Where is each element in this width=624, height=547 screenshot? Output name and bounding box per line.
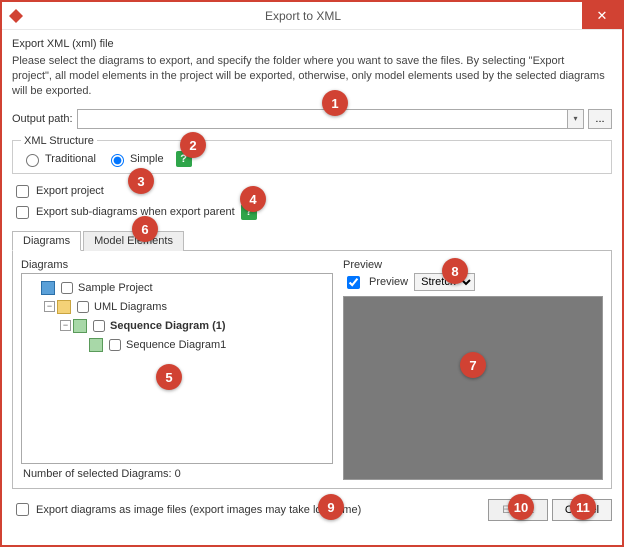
radio-simple-label: Simple [130,153,164,165]
diagrams-column: Diagrams Sample Project [21,259,333,480]
tree-label: Sequence Diagram1 [126,339,226,351]
export-button[interactable]: Export [488,499,548,521]
export-sub-checkbox[interactable] [16,206,29,219]
tree-label: Sample Project [78,282,153,294]
preview-column: Preview Preview Stretch [343,259,603,480]
diagram-icon [73,319,87,333]
output-path-row: Output path: ▾ ... [12,109,612,129]
app-icon [8,8,24,24]
help-icon[interactable]: ? [241,204,257,220]
export-sub-row: Export sub-diagrams when export parent ? [12,203,612,222]
output-path-dropdown[interactable]: ▾ [568,109,584,129]
expander-icon [76,339,87,350]
xml-structure-group: XML Structure Traditional Simple ? [12,135,612,174]
footer-row: Export diagrams as image files (export i… [12,499,612,521]
preview-controls: Preview Stretch [343,273,603,292]
export-sub-label[interactable]: Export sub-diagrams when export parent [36,206,235,218]
tree-label: Sequence Diagram (1) [110,320,226,332]
tree-node-seq-item[interactable]: Sequence Diagram1 [76,336,328,354]
tree-node-seq-group[interactable]: − Sequence Diagram (1) [60,317,328,335]
radio-simple[interactable]: Simple [106,151,164,167]
tab-panel: Diagrams Sample Project [12,251,612,489]
tab-strip: Diagrams Model Elements [12,230,612,251]
page-description: Please select the diagrams to export, an… [12,54,612,99]
preview-mode-select[interactable]: Stretch [414,273,475,291]
radio-traditional-label: Traditional [45,153,96,165]
diagram-icon [89,338,103,352]
project-icon [41,281,55,295]
preview-checkbox-label[interactable]: Preview [369,276,408,288]
output-path-input[interactable] [77,109,568,129]
expander-icon[interactable]: − [60,320,71,331]
page-heading: Export XML (xml) file [12,38,612,50]
preview-area [343,296,603,480]
tree-checkbox[interactable] [77,301,89,313]
help-icon[interactable]: ? [176,151,192,167]
preview-checkbox[interactable] [347,276,360,289]
output-path-label: Output path: [12,113,73,125]
close-button[interactable]: ✕ [582,2,622,29]
window-title: Export to XML [24,9,582,23]
diagrams-tree[interactable]: Sample Project − UML Diagrams [21,273,333,464]
radio-traditional[interactable]: Traditional [21,151,96,167]
export-project-row: Export project [12,182,612,201]
diagrams-group-label: Diagrams [21,259,333,271]
close-icon: ✕ [597,8,608,24]
export-project-checkbox[interactable] [16,185,29,198]
tabs: Diagrams Model Elements Diagrams Sample … [12,230,612,489]
expander-icon [28,282,39,293]
export-images-checkbox[interactable] [16,503,29,516]
preview-group-label: Preview [343,259,603,271]
tree-node-project[interactable]: Sample Project [28,279,328,297]
cancel-button[interactable]: Cancel [552,499,612,521]
export-project-label[interactable]: Export project [36,185,104,197]
expander-icon[interactable]: − [44,301,55,312]
xml-structure-legend: XML Structure [21,135,97,147]
chevron-down-icon: ▾ [573,114,577,123]
tree-checkbox[interactable] [93,320,105,332]
tree-checkbox[interactable] [109,339,121,351]
selected-count: Number of selected Diagrams: 0 [21,464,333,480]
tab-diagrams[interactable]: Diagrams [12,231,81,251]
radio-traditional-input[interactable] [26,154,39,167]
folder-icon [57,300,71,314]
tree-node-folder[interactable]: − UML Diagrams [44,298,328,316]
tree-label: UML Diagrams [94,301,167,313]
browse-button[interactable]: ... [588,109,612,129]
title-bar: Export to XML ✕ [2,2,622,30]
tree-checkbox[interactable] [61,282,73,294]
export-images-label[interactable]: Export diagrams as image files (export i… [36,504,361,516]
tab-model-elements[interactable]: Model Elements [83,231,184,251]
radio-simple-input[interactable] [111,154,124,167]
